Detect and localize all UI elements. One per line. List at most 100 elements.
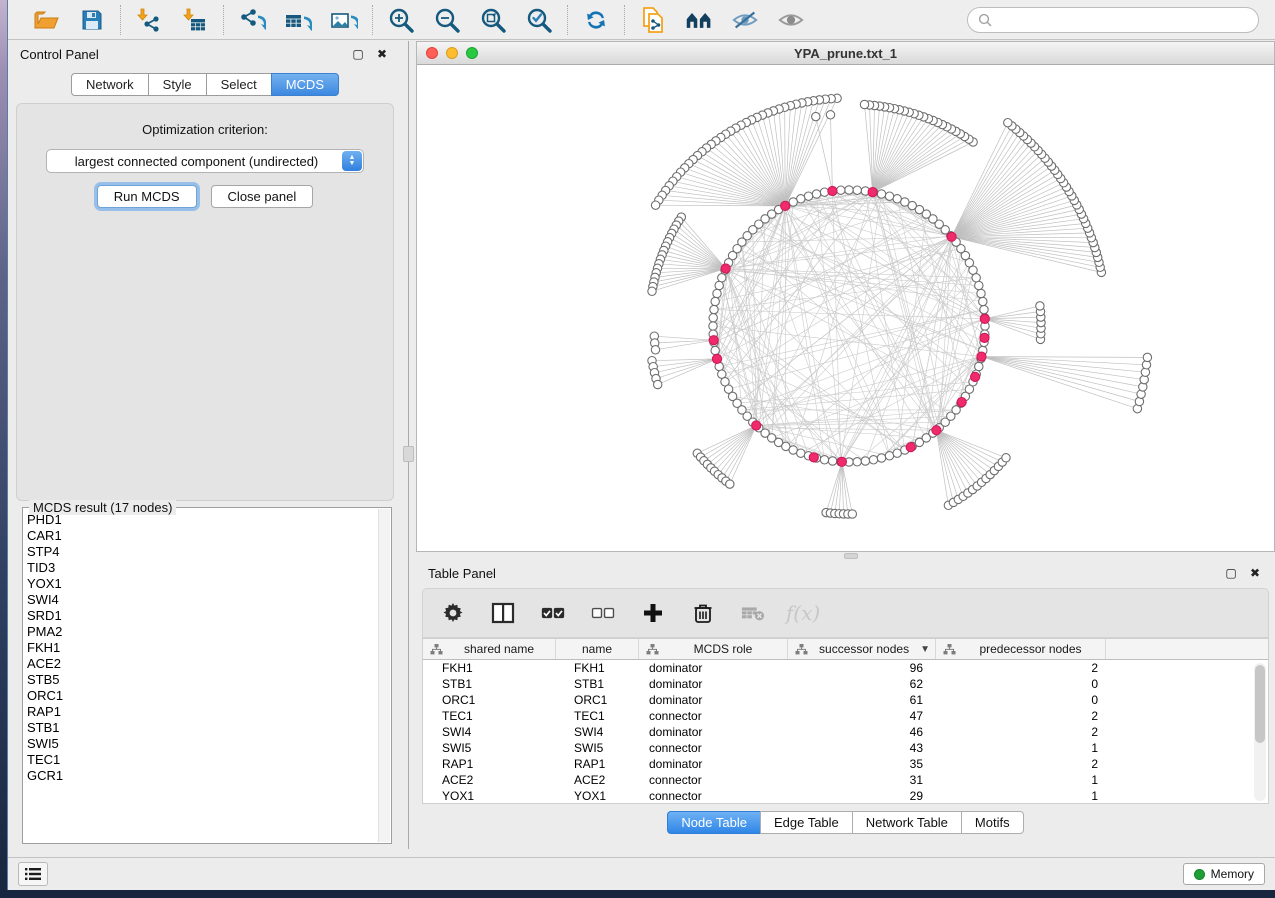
cell-successor: 29 bbox=[788, 788, 936, 804]
mcds-result-item[interactable]: GCR1 bbox=[27, 768, 377, 784]
save-session-icon[interactable] bbox=[78, 6, 106, 34]
table-row[interactable]: TEC1TEC1connector472 bbox=[423, 708, 1268, 724]
import-table-icon[interactable] bbox=[181, 6, 209, 34]
column-header-shared-name[interactable]: shared name bbox=[423, 639, 556, 659]
float-panel-icon[interactable]: ▢ bbox=[350, 46, 366, 62]
task-list-icon bbox=[24, 867, 42, 881]
refresh-view-icon[interactable] bbox=[582, 6, 610, 34]
horizontal-splitter-handle[interactable] bbox=[844, 553, 858, 559]
tab-motifs[interactable]: Motifs bbox=[961, 811, 1024, 834]
cell-name: SWI4 bbox=[556, 724, 639, 740]
mcds-list-scrollbar[interactable] bbox=[378, 509, 390, 842]
network-graph[interactable] bbox=[417, 65, 1274, 551]
table-row[interactable]: RAP1RAP1dominator352 bbox=[423, 756, 1268, 772]
search-icon bbox=[978, 13, 992, 27]
zoom-in-icon[interactable] bbox=[387, 6, 415, 34]
cell-name: SWI5 bbox=[556, 740, 639, 756]
new-network-from-selection-icon[interactable] bbox=[639, 6, 667, 34]
horizontal-splitter bbox=[416, 552, 1275, 560]
column-header-predecessor-nodes[interactable]: predecessor nodes bbox=[936, 639, 1106, 659]
add-column-icon[interactable] bbox=[641, 601, 665, 625]
delete-column-trash-icon[interactable] bbox=[691, 601, 715, 625]
zoom-fit-icon[interactable] bbox=[479, 6, 507, 34]
mcds-result-item[interactable]: ACE2 bbox=[27, 656, 377, 672]
task-history-button[interactable] bbox=[18, 862, 48, 886]
column-header-successor-nodes[interactable]: successor nodes▼ bbox=[788, 639, 936, 659]
mcds-result-item[interactable]: PHD1 bbox=[27, 512, 377, 528]
zoom-out-icon[interactable] bbox=[433, 6, 461, 34]
cell-predecessor: 2 bbox=[936, 708, 1106, 724]
network-window-titlebar[interactable]: YPA_prune.txt_1 bbox=[417, 42, 1274, 65]
tab-node-table[interactable]: Node Table bbox=[667, 811, 760, 834]
mcds-result-item[interactable]: PMA2 bbox=[27, 624, 377, 640]
table-row[interactable]: FKH1FKH1dominator962 bbox=[423, 660, 1268, 676]
cell-mcds_role: connector bbox=[639, 772, 788, 788]
export-network-icon[interactable] bbox=[238, 6, 266, 34]
cell-successor: 43 bbox=[788, 740, 936, 756]
network-view-window: YPA_prune.txt_1 bbox=[416, 41, 1275, 552]
import-network-icon[interactable] bbox=[135, 6, 163, 34]
cell-shared_name: SWI5 bbox=[423, 740, 556, 756]
column-header-MCDS-role[interactable]: MCDS role bbox=[639, 639, 788, 659]
tab-select[interactable]: Select bbox=[206, 73, 271, 96]
show-all-icon[interactable] bbox=[777, 6, 805, 34]
close-panel-button[interactable]: Close panel bbox=[211, 185, 314, 208]
tab-edge-table[interactable]: Edge Table bbox=[760, 811, 852, 834]
table-row[interactable]: SWI4SWI4dominator462 bbox=[423, 724, 1268, 740]
cell-shared_name: FKH1 bbox=[423, 660, 556, 676]
mcds-result-item[interactable]: YOX1 bbox=[27, 576, 377, 592]
mcds-result-item[interactable]: SWI4 bbox=[27, 592, 377, 608]
tab-mcds[interactable]: MCDS bbox=[271, 73, 339, 96]
mcds-result-item[interactable]: STB5 bbox=[27, 672, 377, 688]
select-all-icon[interactable] bbox=[541, 601, 565, 625]
table-row[interactable]: ACE2ACE2connector311 bbox=[423, 772, 1268, 788]
memory-button[interactable]: Memory bbox=[1183, 863, 1265, 885]
vertical-splitter-handle[interactable] bbox=[403, 446, 414, 462]
optimization-criterion-select[interactable]: largest connected component (undirected)… bbox=[46, 149, 364, 173]
deselect-all-icon[interactable] bbox=[591, 601, 615, 625]
cell-predecessor: 1 bbox=[936, 788, 1106, 804]
close-table-panel-icon[interactable]: ✖ bbox=[1247, 565, 1263, 581]
table-row[interactable]: YOX1YOX1connector291 bbox=[423, 788, 1268, 804]
table-scrollbar-thumb[interactable] bbox=[1255, 665, 1265, 743]
export-image-icon[interactable] bbox=[330, 6, 358, 34]
export-table-icon[interactable] bbox=[284, 6, 312, 34]
mcds-result-item[interactable]: SRD1 bbox=[27, 608, 377, 624]
zoom-selected-icon[interactable] bbox=[525, 6, 553, 34]
vertical-splitter bbox=[402, 41, 416, 849]
control-panel: Control Panel ▢ ✖ NetworkStyleSelectMCDS… bbox=[8, 41, 402, 849]
hide-selected-icon[interactable] bbox=[731, 6, 759, 34]
main-toolbar bbox=[8, 0, 1275, 40]
cell-shared_name: ACE2 bbox=[423, 772, 556, 788]
tab-style[interactable]: Style bbox=[148, 73, 206, 96]
split-table-icon[interactable] bbox=[491, 601, 515, 625]
tab-network[interactable]: Network bbox=[71, 73, 148, 96]
cell-mcds_role: connector bbox=[639, 740, 788, 756]
close-panel-icon[interactable]: ✖ bbox=[374, 46, 390, 62]
column-settings-gear-icon[interactable] bbox=[441, 601, 465, 625]
network-canvas[interactable] bbox=[417, 65, 1274, 551]
table-row[interactable]: ORC1ORC1dominator610 bbox=[423, 692, 1268, 708]
table-row[interactable]: SWI5SWI5connector431 bbox=[423, 740, 1268, 756]
mcds-result-item[interactable]: TEC1 bbox=[27, 752, 377, 768]
mcds-result-item[interactable]: SWI5 bbox=[27, 736, 377, 752]
table-scrollbar[interactable] bbox=[1254, 663, 1266, 801]
mcds-result-item[interactable]: RAP1 bbox=[27, 704, 377, 720]
tab-network-table[interactable]: Network Table bbox=[852, 811, 961, 834]
table-row[interactable]: STB1STB1dominator620 bbox=[423, 676, 1268, 692]
mcds-result-item[interactable]: STB1 bbox=[27, 720, 377, 736]
mcds-result-item[interactable]: TID3 bbox=[27, 560, 377, 576]
column-header-name[interactable]: name bbox=[556, 639, 639, 659]
mcds-result-item[interactable]: ORC1 bbox=[27, 688, 377, 704]
first-neighbors-icon[interactable] bbox=[685, 6, 713, 34]
open-session-icon[interactable] bbox=[32, 6, 60, 34]
cell-shared_name: TEC1 bbox=[423, 708, 556, 724]
mcds-result-list[interactable]: PHD1CAR1STP4TID3YOX1SWI4SRD1PMA2FKH1ACE2… bbox=[27, 512, 377, 841]
cell-mcds_role: dominator bbox=[639, 676, 788, 692]
mcds-result-item[interactable]: FKH1 bbox=[27, 640, 377, 656]
mcds-result-item[interactable]: CAR1 bbox=[27, 528, 377, 544]
search-input[interactable] bbox=[998, 12, 1248, 27]
run-mcds-button[interactable]: Run MCDS bbox=[97, 185, 197, 208]
mcds-result-item[interactable]: STP4 bbox=[27, 544, 377, 560]
float-table-panel-icon[interactable]: ▢ bbox=[1223, 565, 1239, 581]
